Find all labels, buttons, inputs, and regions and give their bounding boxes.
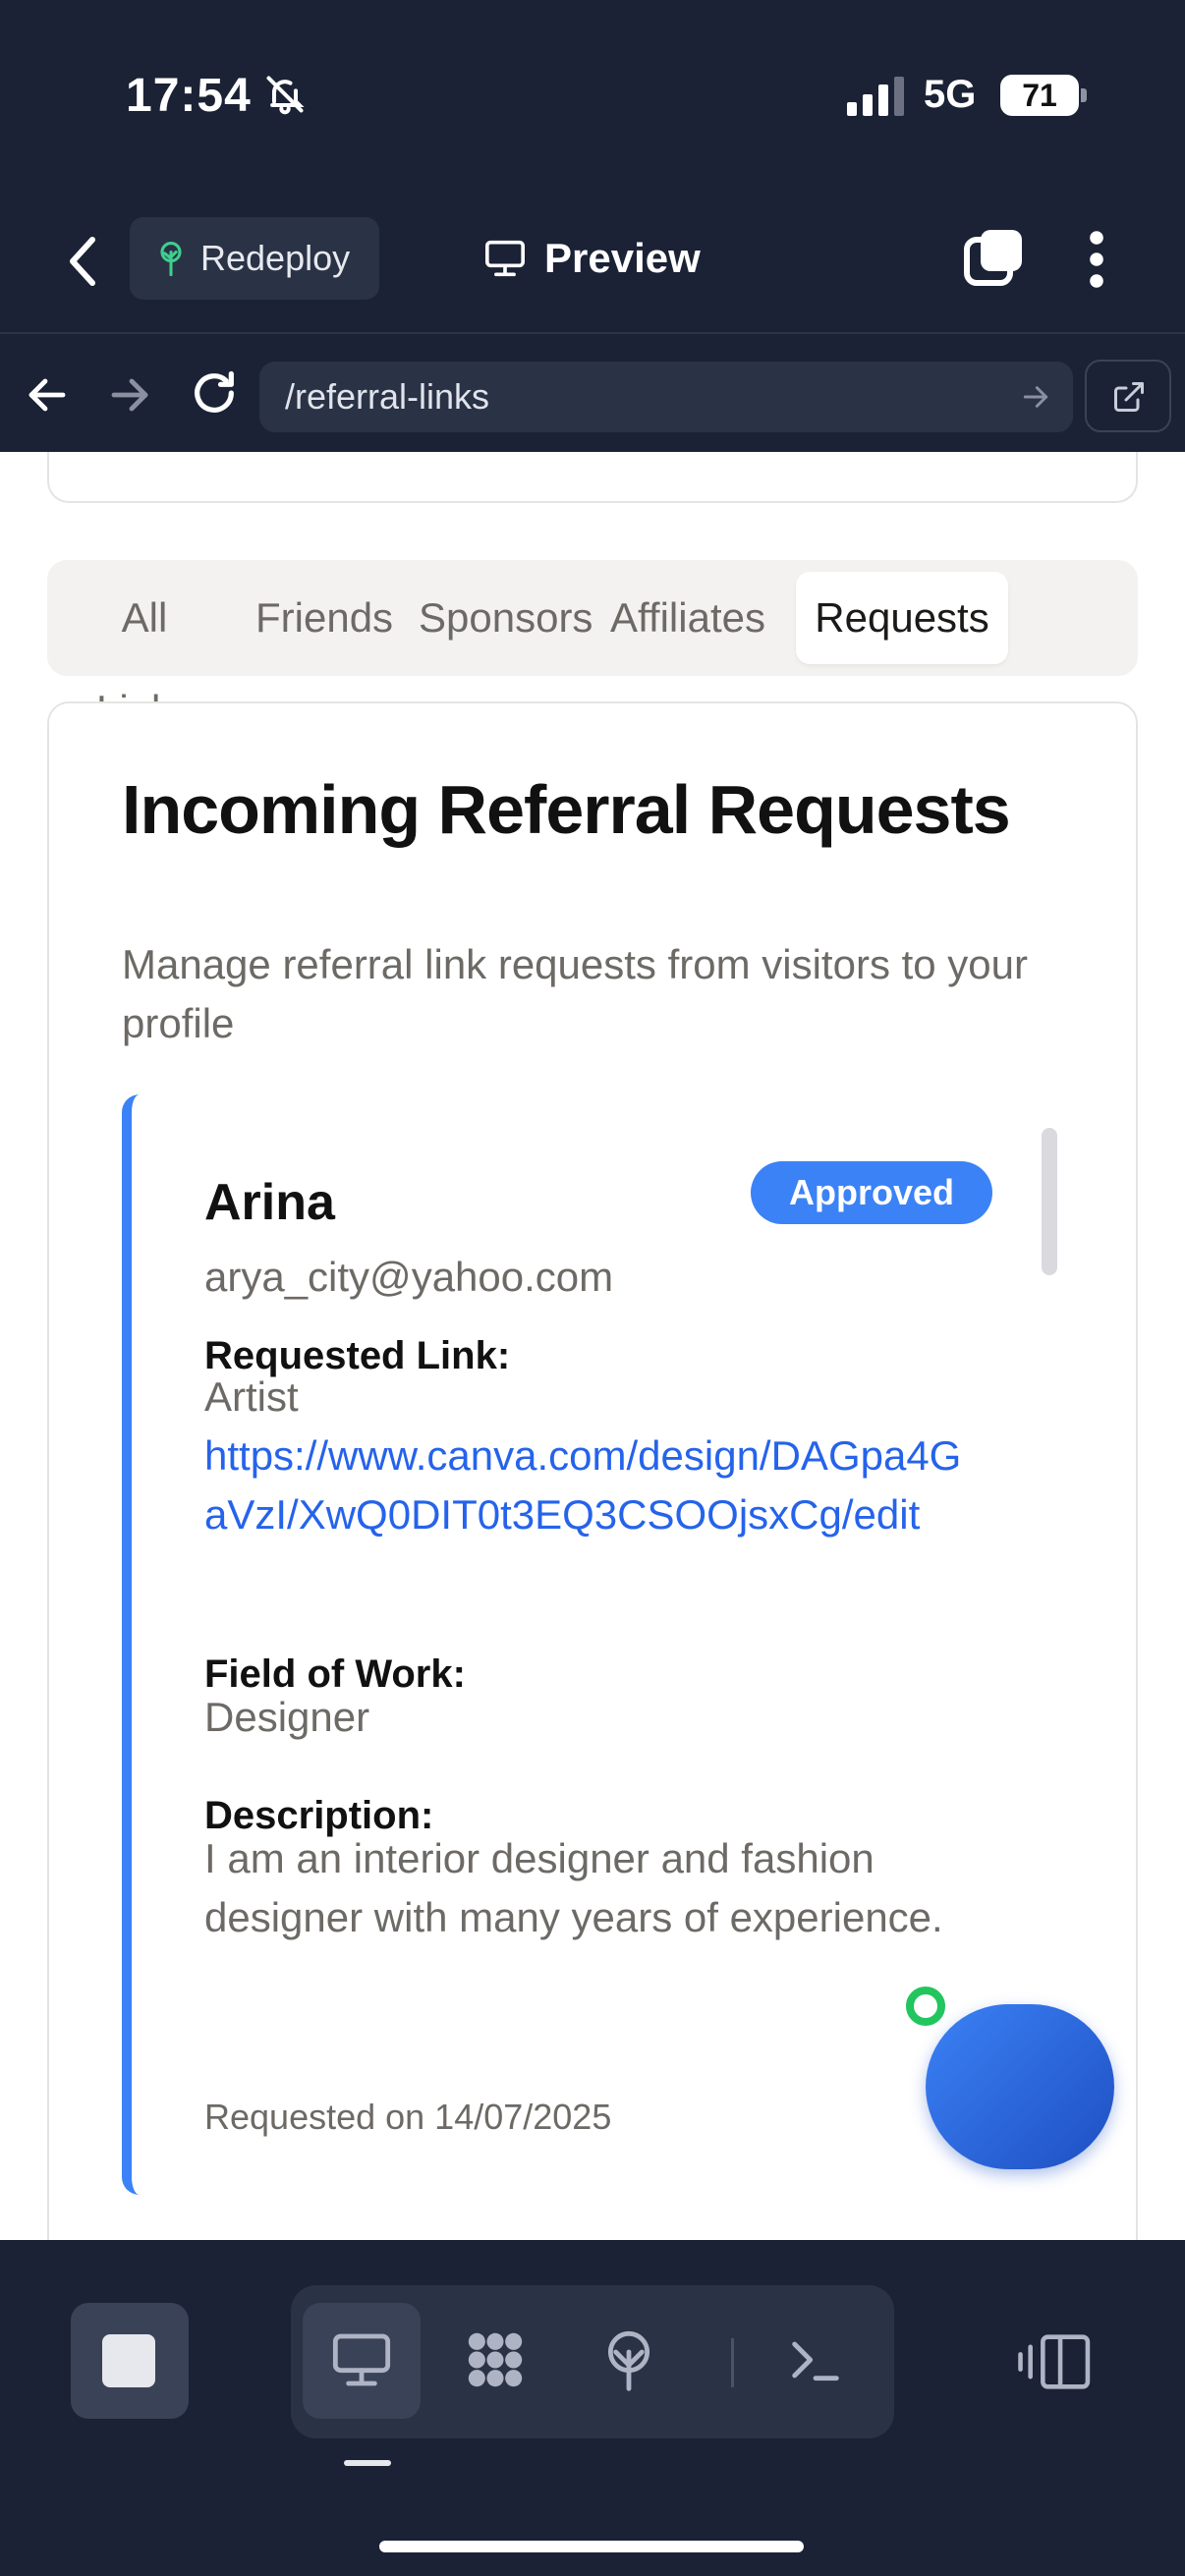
stop-icon xyxy=(102,2334,155,2387)
requester-name: Arina xyxy=(204,1174,335,1231)
browser-bar: /referral-links xyxy=(0,336,1185,452)
monitor-icon xyxy=(485,240,525,277)
chat-fab-button[interactable] xyxy=(926,2004,1114,2169)
card-subtitle: Manage referral link requests from visit… xyxy=(122,941,1029,1046)
redeploy-label: Redeploy xyxy=(200,238,351,278)
view-switcher xyxy=(291,2285,894,2438)
toolbar-separator xyxy=(731,2338,734,2387)
redeploy-button[interactable]: Redeploy xyxy=(130,217,379,300)
description-value: I am an interior designer and fashion de… xyxy=(204,1835,943,1940)
request-item: Arina Approved arya_city@yahoo.com Reque… xyxy=(122,1094,1051,2195)
status-badge: Approved xyxy=(751,1161,992,1224)
tab-requests[interactable]: Requests xyxy=(796,572,1008,664)
requests-card: Incoming Referral Requests Manage referr… xyxy=(47,701,1138,2240)
preview-button[interactable]: Preview xyxy=(483,226,701,291)
requested-date: Requested on 14/07/2025 xyxy=(204,2097,612,2137)
kebab-icon[interactable] xyxy=(1077,228,1116,291)
previous-card-edge xyxy=(47,452,1138,503)
active-tab-indicator xyxy=(344,2460,391,2466)
page-content: All Links Friends Sponsors Affiliates Re… xyxy=(0,452,1185,2240)
preview-view-button[interactable] xyxy=(303,2303,421,2419)
panel-layout-icon[interactable] xyxy=(1018,2330,1093,2393)
reload-icon[interactable] xyxy=(189,367,240,419)
apps-view-button[interactable] xyxy=(436,2303,554,2419)
grid-icon xyxy=(468,2332,523,2387)
url-text: /referral-links xyxy=(285,376,490,417)
tab-all-links[interactable]: All Links xyxy=(71,572,218,733)
signal-icon xyxy=(847,77,904,116)
tab-friends[interactable]: Friends xyxy=(255,572,393,664)
requester-email: arya_city@yahoo.com xyxy=(204,1254,614,1300)
go-arrow-icon[interactable] xyxy=(1020,381,1051,413)
tab-affiliates[interactable]: Affiliates xyxy=(601,572,774,664)
home-indicator xyxy=(379,2541,804,2552)
online-status-dot xyxy=(902,1983,949,2030)
requested-link-url[interactable]: https://www.canva.com/design/DAGpa4GaVzI… xyxy=(204,1427,971,1544)
bottom-toolbar xyxy=(0,2240,1185,2576)
arrow-left-icon[interactable] xyxy=(24,371,71,419)
scrollbar-thumb[interactable] xyxy=(1042,1128,1057,1275)
chevron-left-icon[interactable] xyxy=(59,232,106,291)
bell-slash-icon xyxy=(266,76,305,115)
external-link-icon xyxy=(1114,382,1144,412)
monitor-icon xyxy=(332,2333,391,2386)
stop-button[interactable] xyxy=(71,2303,189,2419)
field-of-work-value: Designer xyxy=(204,1694,370,1740)
app-toolbar: Redeploy Preview xyxy=(0,196,1185,334)
url-input[interactable]: /referral-links xyxy=(259,362,1073,432)
tab-sponsors[interactable]: Sponsors xyxy=(419,572,592,664)
open-external-button[interactable] xyxy=(1085,360,1171,432)
tab-bar: All Links Friends Sponsors Affiliates Re… xyxy=(47,560,1138,733)
status-time: 17:54 xyxy=(126,70,252,122)
status-bar: 17:54 5G 71 xyxy=(0,0,1185,196)
console-view-button[interactable] xyxy=(757,2303,875,2419)
terminal-icon xyxy=(792,2341,839,2381)
card-title: Incoming Referral Requests xyxy=(122,771,1011,848)
arrow-right-icon[interactable] xyxy=(106,371,153,419)
deploy-view-button[interactable] xyxy=(570,2303,688,2419)
preview-label: Preview xyxy=(544,235,701,281)
network-label: 5G xyxy=(924,73,977,116)
requested-link-type: Artist xyxy=(204,1373,299,1420)
antenna-icon xyxy=(607,2330,650,2391)
tree-icon xyxy=(160,242,182,276)
windows-icon[interactable] xyxy=(963,226,1026,289)
battery-indicator: 71 xyxy=(1000,75,1087,116)
